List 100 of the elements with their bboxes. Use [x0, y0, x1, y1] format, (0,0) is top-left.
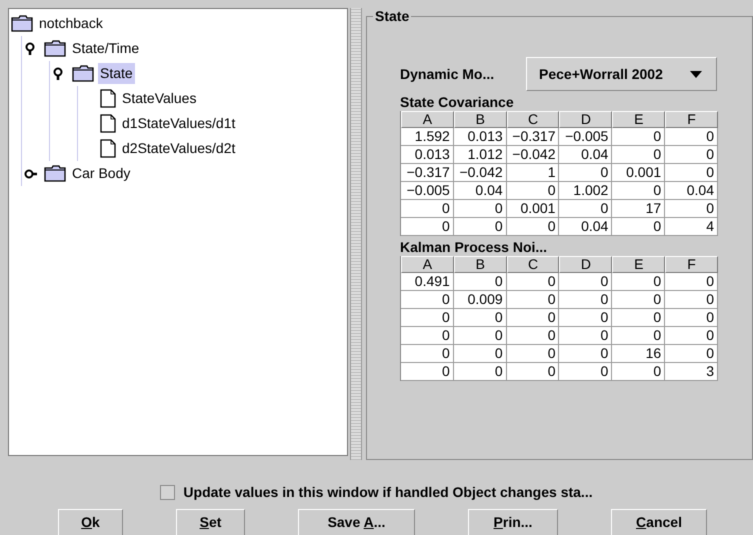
- table-cell: 0: [454, 218, 507, 236]
- table-cell: −0.317: [506, 128, 560, 146]
- column-header[interactable]: F: [665, 256, 718, 273]
- table-cell: 0: [665, 345, 718, 363]
- tree-item[interactable]: State/Time: [70, 38, 142, 59]
- table-cell: 0: [454, 327, 507, 345]
- table-cell: 0: [454, 345, 507, 363]
- table-cell: 0.013: [401, 146, 454, 164]
- column-header[interactable]: A: [401, 111, 454, 128]
- table-cell: 0: [559, 200, 612, 218]
- tree-item[interactable]: Car Body: [70, 163, 132, 184]
- column-header[interactable]: F: [665, 111, 718, 128]
- tree-item[interactable]: d1StateValues/d1t: [120, 113, 238, 134]
- table-cell: 0: [665, 200, 718, 218]
- table-title: Kalman Process Noi...: [400, 238, 548, 256]
- table-cell: 4: [665, 218, 718, 236]
- column-header[interactable]: E: [612, 111, 666, 128]
- tree-item[interactable]: State: [98, 63, 135, 84]
- table-cell: 0.491: [401, 273, 454, 291]
- table-title: State Covariance: [400, 93, 515, 111]
- table-cell: 0: [665, 128, 718, 146]
- table-cell: 0: [401, 218, 454, 236]
- table-cell: 17: [612, 200, 666, 218]
- table-cell: 0: [401, 327, 454, 345]
- folder-icon: [44, 40, 66, 57]
- table-cell: 0.04: [665, 182, 718, 200]
- dialog-button[interactable]: Ok: [58, 509, 123, 535]
- table-cell: 16: [612, 345, 666, 363]
- table-cell: −0.317: [401, 164, 454, 182]
- table-cell: 0.04: [559, 146, 612, 164]
- table-cell: 0: [665, 291, 718, 309]
- table-cell: 0: [612, 218, 666, 236]
- table-cell: 0: [506, 291, 560, 309]
- table-cell: 0: [401, 291, 454, 309]
- table-cell: 0: [454, 200, 507, 218]
- table-cell: 0: [612, 128, 666, 146]
- column-header[interactable]: E: [612, 256, 666, 273]
- column-header[interactable]: C: [506, 111, 560, 128]
- table-cell: 0: [559, 291, 612, 309]
- column-header[interactable]: A: [401, 256, 454, 273]
- document-icon: [100, 139, 116, 158]
- table-cell: 1.002: [559, 182, 612, 200]
- table-cell: −0.042: [454, 164, 507, 182]
- table-cell: −0.042: [506, 146, 560, 164]
- table-cell: 0: [401, 200, 454, 218]
- table-cell: 0: [665, 146, 718, 164]
- tree-item[interactable]: StateValues: [120, 88, 198, 109]
- field-label: Dynamic Mo...: [400, 64, 496, 84]
- table-cell: 1.012: [454, 146, 507, 164]
- table-cell: 0: [612, 363, 666, 381]
- model-dropdown[interactable]: Pece+Worrall 2002: [526, 57, 717, 91]
- table-cell: 0: [665, 164, 718, 182]
- folder-icon: [11, 15, 33, 32]
- document-icon: [100, 89, 116, 108]
- table-cell: 3: [665, 363, 718, 381]
- table-cell: 0: [454, 309, 507, 327]
- table-cell: 0: [612, 146, 666, 164]
- table-cell: 0: [665, 273, 718, 291]
- table-cell: 0: [612, 273, 666, 291]
- tree-item[interactable]: notchback: [37, 13, 105, 34]
- table-cell: 0: [506, 182, 560, 200]
- table-cell: 0: [559, 363, 612, 381]
- table-cell: 0: [506, 363, 560, 381]
- column-header[interactable]: C: [506, 256, 560, 273]
- table-cell: 0: [665, 309, 718, 327]
- table-cell: 0: [559, 164, 612, 182]
- dialog-button[interactable]: Cancel: [611, 509, 707, 535]
- dialog-button[interactable]: Prin...: [468, 509, 558, 535]
- dialog-button[interactable]: Save A...: [298, 509, 415, 535]
- table-cell: 0.04: [454, 182, 507, 200]
- table-cell: 0.001: [612, 164, 666, 182]
- table-cell: 0: [612, 327, 666, 345]
- table-cell: 0: [506, 218, 560, 236]
- table-cell: 0: [454, 363, 507, 381]
- folder-icon: [72, 65, 94, 82]
- table-cell: 0: [506, 273, 560, 291]
- table-cell: 1.592: [401, 128, 454, 146]
- collapsed-handle-icon[interactable]: [24, 166, 38, 180]
- table-cell: 0: [612, 309, 666, 327]
- column-header[interactable]: D: [559, 256, 612, 273]
- table-cell: −0.005: [559, 128, 612, 146]
- column-header[interactable]: B: [454, 256, 507, 273]
- table-cell: 0: [612, 182, 666, 200]
- column-header[interactable]: B: [454, 111, 507, 128]
- checkbox[interactable]: [160, 485, 176, 500]
- document-icon: [100, 114, 116, 133]
- tree-item[interactable]: d2StateValues/d2t: [120, 138, 238, 159]
- table-cell: 0: [559, 273, 612, 291]
- table-cell: 0: [401, 363, 454, 381]
- dialog-button[interactable]: Set: [176, 509, 245, 535]
- column-header[interactable]: D: [559, 111, 612, 128]
- table-cell: 0: [559, 345, 612, 363]
- table-cell: 0: [665, 327, 718, 345]
- table-cell: 0: [559, 309, 612, 327]
- table-cell: 0: [506, 327, 560, 345]
- table-cell: 0: [612, 291, 666, 309]
- table-cell: 0: [559, 327, 612, 345]
- table-cell: 0: [506, 345, 560, 363]
- table-cell: −0.005: [401, 182, 454, 200]
- table-cell: 0: [454, 273, 507, 291]
